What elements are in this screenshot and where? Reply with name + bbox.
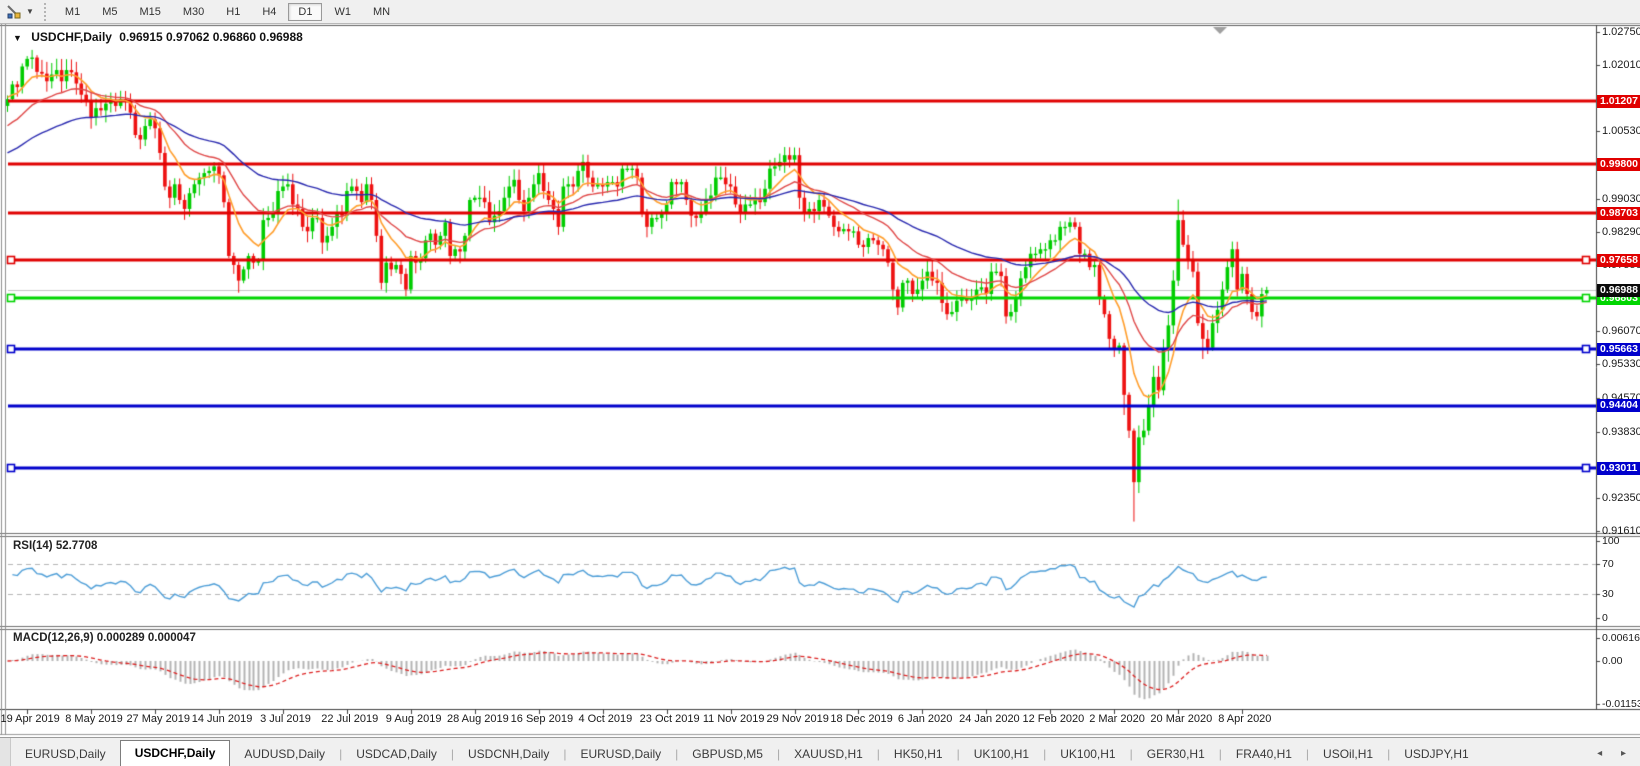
chart-tab-gbpusd-m5[interactable]: GBPUSD,M5: [678, 743, 777, 766]
macd-axis-label: -0.011531: [1602, 698, 1640, 710]
line-price-tag: 1.01207: [1597, 94, 1640, 108]
rsi-axis-label: 100: [1602, 534, 1620, 547]
chart-tab-usdcad-daily[interactable]: USDCAD,Daily: [342, 743, 451, 766]
tab-scroll-arrows[interactable]: ◂ ▸: [1597, 748, 1634, 759]
chart-tab-eurusd-daily[interactable]: EURUSD,Daily: [566, 743, 675, 766]
tabs: EURUSD,Daily USDCHF,Daily AUDUSD,Daily | USD…: [11, 740, 1483, 766]
chart-tab-xauusd-h1[interactable]: XAUUSD,H1: [780, 743, 877, 766]
timeframe-button-w1[interactable]: W1: [324, 3, 361, 21]
macd-label: MACD(12,26,9) 0.000289 0.000047: [13, 632, 196, 644]
timeframe-button-h1[interactable]: H1: [216, 3, 250, 21]
timeframe-button-m30[interactable]: M30: [173, 3, 214, 21]
price-axis-tick: 1.02750: [1602, 26, 1640, 38]
chart-tab-bar: EURUSD,Daily USDCHF,Daily AUDUSD,Daily | USD…: [0, 737, 1640, 766]
chart-title: ▼ USDCHF,Daily 0.96915 0.97062 0.96860 0…: [13, 30, 303, 44]
rsi-axis-label: 30: [1602, 588, 1614, 601]
date-axis-label: 23 Oct 2019: [639, 713, 700, 725]
timeframe-toolbar: ▼ M1 M5 M15 M30 H1 H4 D1 W1 MN: [0, 0, 1640, 24]
date-axis-label: 20 Mar 2020: [1150, 713, 1213, 725]
date-axis-label: 8 May 2019: [65, 713, 123, 725]
timeframe-button-h4[interactable]: H4: [252, 3, 286, 21]
date-axis-label: 29 Nov 2019: [766, 713, 829, 725]
price-axis-tick: 0.99030: [1602, 192, 1640, 205]
chart-tab-audusd-daily[interactable]: AUDUSD,Daily: [230, 743, 339, 766]
rsi-axis-label: 0: [1602, 611, 1608, 624]
price-axis-tick: 0.96070: [1602, 325, 1640, 338]
chart-tab-ger30-h1[interactable]: GER30,H1: [1133, 743, 1219, 766]
chart-tab-usdjpy-h1[interactable]: USDJPY,H1: [1390, 743, 1482, 766]
date-axis-label: 3 Jul 2019: [260, 713, 311, 725]
line-price-tag: 0.98703: [1597, 206, 1640, 220]
chart-tab-usdchf-daily[interactable]: USDCHF,Daily: [119, 740, 231, 766]
date-axis-label: 28 Aug 2019: [446, 713, 509, 725]
price-chart-canvas[interactable]: [0, 0, 1640, 766]
line-price-tag: 0.94404: [1597, 399, 1640, 413]
line-price-tag: 0.93011: [1597, 461, 1640, 475]
timeframe-buttons: M1 M5 M15 M30 H1 H4 D1 W1 MN: [54, 2, 401, 21]
date-axis-label: 9 Aug 2019: [385, 713, 442, 725]
date-axis-label: 24 Jan 2020: [959, 713, 1020, 725]
date-axis-label: 6 Jan 2020: [897, 713, 953, 725]
date-axis-label: 27 May 2019: [126, 713, 191, 725]
chart-tab-usdcnh-daily[interactable]: USDCNH,Daily: [454, 743, 563, 766]
chart-tab-eurusd-daily[interactable]: EURUSD,Daily: [11, 743, 120, 766]
date-axis-label: 2 Mar 2020: [1089, 713, 1145, 725]
timeframe-button-m5[interactable]: M5: [92, 3, 127, 21]
tab-bar-edge: [0, 738, 11, 766]
rsi-axis-label: 70: [1602, 557, 1614, 570]
date-axis-label: 8 Apr 2020: [1218, 713, 1272, 725]
price-axis-tick: 1.02010: [1602, 59, 1640, 72]
line-price-tag: 0.95663: [1597, 342, 1640, 356]
chart-ohlc-values: 0.96915 0.97062 0.96860 0.96988: [119, 30, 303, 44]
date-axis-label: 14 Jun 2019: [191, 713, 253, 725]
chart-tab-usoil-h1[interactable]: USOil,H1: [1309, 743, 1387, 766]
chart-symbol-label: USDCHF,Daily: [31, 30, 112, 44]
macd-axis-label: 0.006167: [1602, 631, 1640, 644]
date-axis-label: 11 Nov 2019: [702, 713, 765, 725]
chart-tab-uk100-h1[interactable]: UK100,H1: [960, 743, 1043, 766]
chart-collapse-icon[interactable]: ▼: [13, 33, 22, 43]
timeframe-button-d1[interactable]: D1: [288, 2, 323, 21]
date-axis-label: 22 Jul 2019: [321, 713, 379, 725]
timeframe-button-mn[interactable]: MN: [363, 3, 400, 21]
date-axis-label: 12 Feb 2020: [1022, 713, 1085, 725]
cursor-tool-dropdown-icon[interactable]: ▼: [26, 7, 34, 16]
rsi-label: RSI(14) 52.7708: [13, 540, 98, 552]
price-axis-tick: 0.92350: [1602, 491, 1640, 504]
date-axis-label: 19 Apr 2019: [0, 713, 60, 725]
chart-cursor-icon[interactable]: [4, 3, 24, 21]
timeframe-button-m15[interactable]: M15: [129, 3, 170, 21]
mt4-window: ▼ M1 M5 M15 M30 H1 H4 D1 W1 MN ▼ USDCHF,Daily 0.…: [0, 0, 1640, 766]
date-axis-label: 4 Oct 2019: [578, 713, 633, 725]
toolbar-grip: [43, 2, 46, 21]
line-price-tag: 0.99800: [1597, 157, 1640, 171]
price-axis-tick: 0.95330: [1602, 358, 1640, 371]
price-axis-tick: 0.98290: [1602, 225, 1640, 238]
date-axis-label: 16 Sep 2019: [510, 713, 574, 725]
chart-tab-fra40-h1[interactable]: FRA40,H1: [1222, 743, 1306, 766]
timeframe-button-m1[interactable]: M1: [55, 3, 90, 21]
price-axis-tick: 1.00530: [1602, 125, 1640, 138]
line-price-tag: 0.97658: [1597, 253, 1640, 267]
price-axis-tick: 0.93830: [1602, 425, 1640, 438]
chart-tab-hk50-h1[interactable]: HK50,H1: [880, 743, 957, 766]
chart-tab-uk100-h1[interactable]: UK100,H1: [1046, 743, 1129, 766]
macd-axis-label: 0.00: [1602, 655, 1623, 667]
current-price-tag: 0.96988: [1597, 283, 1640, 297]
date-axis-label: 18 Dec 2019: [830, 713, 893, 725]
